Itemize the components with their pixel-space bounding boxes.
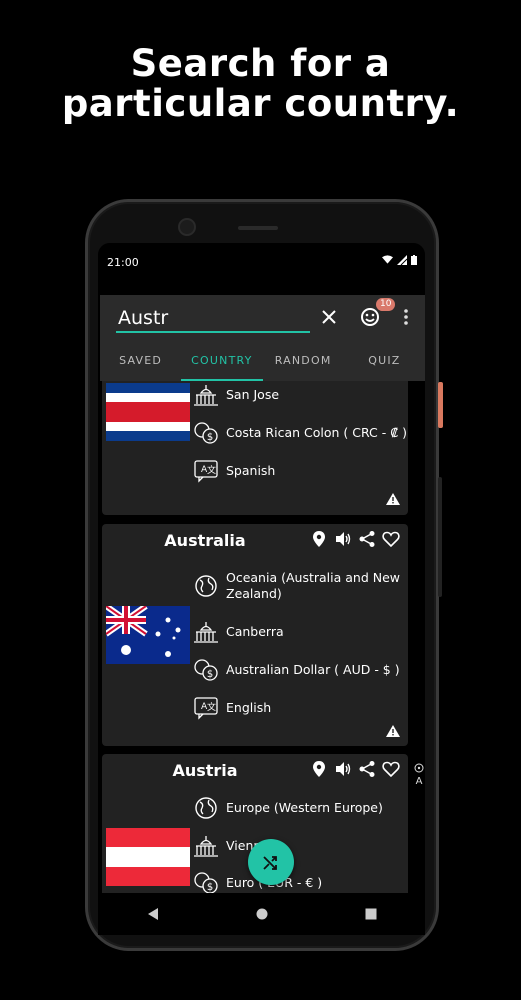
austria-flag [106, 828, 190, 886]
language-text: English [226, 700, 272, 715]
svg-text:$: $ [207, 882, 213, 893]
heart-icon[interactable] [382, 760, 400, 778]
language-row: A文 Spanish [192, 459, 275, 483]
country-card-australia[interactable]: Australia Oceania (Australia and New Zea… [102, 524, 408, 746]
phone-frame: 21:00 10 SAVED COUNTRY RANDOM QUIZ [85, 199, 443, 951]
warning-icon[interactable] [386, 725, 400, 737]
card-actions [310, 760, 400, 778]
capital-row: Canberra [192, 620, 284, 644]
shuffle-icon [263, 856, 277, 870]
home-icon[interactable] [256, 908, 268, 920]
capitol-building-icon [192, 834, 220, 858]
fast-scroll-letter: A [415, 776, 423, 787]
share-icon[interactable] [358, 760, 376, 778]
coins-icon: $ [192, 658, 220, 682]
clear-search-button[interactable] [322, 305, 336, 329]
country-name: Australia [164, 531, 246, 550]
smiley-icon[interactable] [360, 307, 380, 327]
svg-text:$: $ [207, 669, 213, 680]
language-text: Spanish [226, 463, 276, 478]
power-button [438, 382, 443, 428]
region-text: Europe (Western Europe) [226, 800, 383, 815]
more-vert-icon[interactable] [404, 309, 408, 325]
volume-button [438, 477, 442, 597]
region-row: Oceania (Australia and New Zealand) [192, 570, 406, 602]
costa-rica-flag [106, 383, 190, 441]
location-pin-icon[interactable] [310, 530, 328, 548]
currency-text: Australian Dollar ( AUD - $ ) [226, 662, 400, 677]
heart-icon[interactable] [382, 530, 400, 548]
capital-row: San Jose [192, 383, 279, 407]
region-row: Europe (Western Europe) [192, 796, 383, 820]
front-camera [178, 218, 196, 236]
translate-icon: A文 [192, 459, 220, 483]
phone-screen: 21:00 10 SAVED COUNTRY RANDOM QUIZ [98, 243, 425, 893]
currency-row: $ Costa Rican Colon ( CRC - ₡ ) [192, 421, 407, 445]
search-input[interactable] [116, 305, 310, 333]
headline: Search for a particular country. [0, 44, 521, 124]
recents-icon[interactable] [365, 908, 377, 920]
svg-text:$: $ [207, 432, 213, 443]
status-icons [382, 255, 417, 265]
tab-bar: SAVED COUNTRY RANDOM QUIZ [100, 341, 425, 381]
country-name: Austria [172, 761, 238, 780]
country-list: San Jose $ Costa Rican Colon ( CRC - ₡ )… [98, 381, 425, 893]
globe-icon [192, 796, 220, 820]
capitol-building-icon [192, 383, 220, 407]
battery-icon [411, 255, 417, 265]
capital-text: San Jose [226, 387, 280, 402]
coins-icon: $ [192, 871, 220, 893]
globe-icon [192, 574, 220, 598]
wifi-icon [382, 255, 393, 264]
currency-row: $ Australian Dollar ( AUD - $ ) [192, 658, 400, 682]
region-text: Oceania (Australia and New Zealand) [226, 570, 400, 601]
status-time: 21:00 [107, 256, 139, 269]
fast-scroll-indicator[interactable]: A [414, 763, 424, 787]
country-card-costa-rica[interactable]: San Jose $ Costa Rican Colon ( CRC - ₡ )… [102, 381, 408, 515]
svg-text:文: 文 [207, 701, 216, 713]
tab-quiz[interactable]: QUIZ [344, 341, 425, 381]
location-pin-icon[interactable] [310, 760, 328, 778]
capitol-building-icon [192, 620, 220, 644]
notification-badge: 10 [376, 298, 396, 311]
language-row: A文 English [192, 696, 271, 720]
status-bar: 21:00 [98, 243, 425, 291]
close-icon [322, 310, 336, 324]
translate-icon: A文 [192, 696, 220, 720]
back-icon[interactable] [147, 908, 159, 920]
currency-text: Costa Rican Colon ( CRC - ₡ ) [226, 425, 408, 440]
signal-icon [397, 255, 407, 265]
compass-icon [414, 763, 424, 773]
speaker-icon[interactable] [334, 760, 352, 778]
coins-icon: $ [192, 421, 220, 445]
warning-icon[interactable] [386, 493, 400, 505]
australia-flag [106, 606, 190, 664]
capital-text: Canberra [226, 624, 284, 639]
speaker-icon[interactable] [334, 530, 352, 548]
headline-line-1: Search for a [130, 42, 391, 85]
share-icon[interactable] [358, 530, 376, 548]
tab-random[interactable]: RANDOM [263, 341, 344, 381]
app-bar: 10 [100, 295, 425, 341]
tab-saved[interactable]: SAVED [100, 341, 181, 381]
svg-text:文: 文 [207, 464, 216, 476]
shuffle-fab[interactable] [248, 839, 294, 885]
card-actions [310, 530, 400, 548]
system-nav-bar [98, 893, 425, 935]
earpiece-speaker [238, 226, 278, 230]
headline-line-2: particular country. [61, 82, 460, 125]
tab-country[interactable]: COUNTRY [181, 341, 263, 381]
